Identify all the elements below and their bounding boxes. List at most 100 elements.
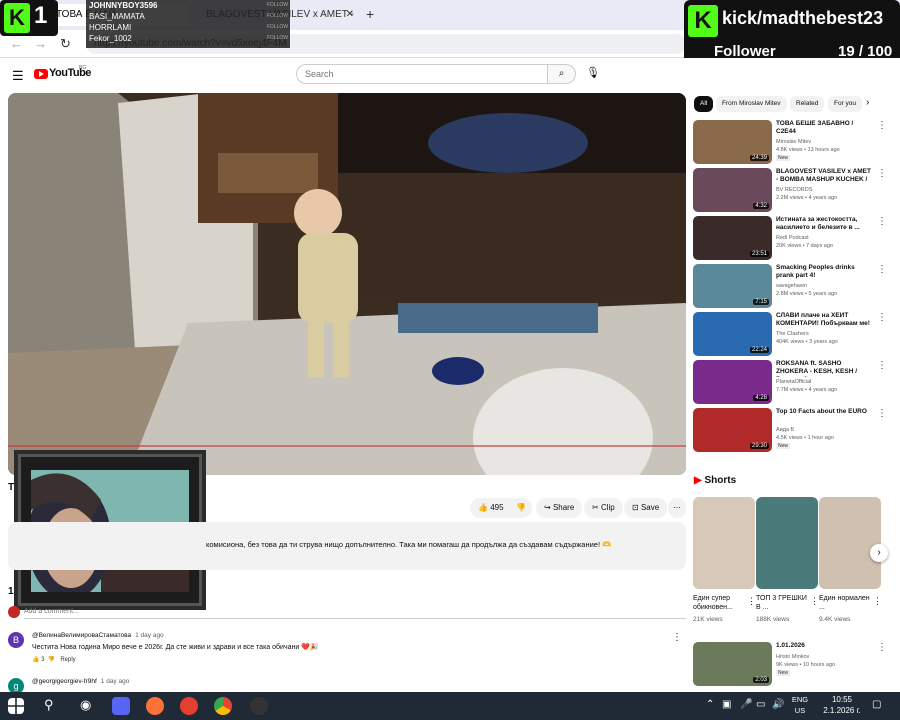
channel-name[interactable]: savagehawn (776, 283, 807, 289)
youtube-logo-icon[interactable] (34, 69, 48, 79)
new-tab-button[interactable]: + (366, 6, 374, 22)
channel-name[interactable]: Аида Б (776, 427, 794, 433)
video-thumbnail[interactable]: 23:51 (693, 216, 772, 260)
menu-icon[interactable]: ☰ (12, 68, 24, 84)
video-thumbnail[interactable]: 24:39 (693, 120, 772, 164)
recommended-video[interactable]: 22:24 СЛАВИ плаче на ХЕЙТ КОМЕНТАРИ! Поб… (693, 312, 887, 358)
recommended-video[interactable]: 7:15 Smacking Peoples drinks prank part … (693, 264, 887, 310)
chevron-up-icon[interactable]: ⌃ (706, 699, 714, 710)
video-player[interactable] (8, 93, 686, 475)
video-title[interactable]: ТОВА БЕШЕ ЗАБАВНО / C2E44 (776, 120, 872, 136)
video-title[interactable]: Истината за жестокостта, насилието и бел… (776, 216, 872, 232)
short-title[interactable]: Един супер обикновен... (693, 594, 749, 612)
video-thumbnail[interactable]: 4:32 (693, 168, 772, 212)
clip-button[interactable]: ✂ Clip (584, 498, 623, 518)
short-title[interactable]: Един нормален ... (819, 594, 875, 612)
recommended-video[interactable]: 2:03 1.01.2026 Hristo Minkov 9K views • … (693, 642, 887, 688)
duration-badge: 24:39 (749, 155, 769, 161)
firefox-icon[interactable] (146, 697, 164, 715)
video-thumbnail[interactable]: 22:24 (693, 312, 772, 356)
volume-icon[interactable]: 🔊 (772, 699, 784, 710)
chat-line: HORRLAMI FOLLOW (89, 23, 288, 32)
save-button[interactable]: ⊡ Save (624, 498, 668, 518)
obs-icon[interactable] (250, 697, 268, 715)
more-options-icon[interactable]: ⋮ (873, 596, 882, 607)
recommended-video[interactable]: 23:51 Истината за жестокостта, насилието… (693, 216, 887, 262)
avatar[interactable]: B (8, 632, 24, 648)
kick-logo-icon: K (688, 5, 718, 37)
short-thumbnail[interactable] (693, 497, 755, 589)
add-comment-input[interactable]: Add a comment... (24, 608, 79, 615)
reply-button[interactable]: Reply (60, 657, 75, 663)
reload-icon[interactable]: ↻ (60, 36, 71, 52)
comment-author[interactable]: @ВелинаВелимироваСтаматова 1 day ago (32, 632, 164, 639)
close-icon[interactable]: ✕ (346, 4, 354, 26)
video-thumbnail[interactable]: 7:15 (693, 264, 772, 308)
more-options-icon[interactable]: ⋮ (877, 642, 887, 653)
new-badge: New (776, 670, 791, 676)
more-options-icon[interactable]: ⋯ (668, 498, 686, 518)
chip-related[interactable]: Related (790, 96, 825, 112)
discord-icon[interactable] (112, 697, 130, 715)
short-thumbnail[interactable] (756, 497, 818, 589)
chip-all[interactable]: All (694, 96, 714, 112)
channel-name[interactable]: Redi Podcast (776, 235, 809, 241)
recommended-video[interactable]: 4:32 BLAGOVEST VASILEV x AMET - BOMBA MA… (693, 168, 887, 214)
search-input[interactable] (296, 64, 548, 84)
clock[interactable]: 10:55 2.1.2026 г. (822, 694, 862, 716)
more-options-icon[interactable]: ⋮ (877, 264, 887, 275)
search-button[interactable]: ⌕ (548, 64, 576, 84)
more-options-icon[interactable]: ⋮ (877, 120, 887, 131)
video-thumbnail[interactable]: 2:03 (693, 642, 772, 686)
forward-icon[interactable]: → (34, 36, 47, 51)
video-thumbnail[interactable]: 29:30 (693, 408, 772, 452)
notification-icon[interactable]: ▢ (872, 699, 881, 710)
back-icon[interactable]: ← (10, 36, 23, 51)
mic-icon[interactable]: 🎙 (586, 66, 600, 79)
video-title[interactable]: Top 10 Facts about the EURO (776, 408, 872, 416)
chrome-icon[interactable] (214, 697, 232, 715)
ea-icon[interactable] (180, 697, 198, 715)
comment-author[interactable]: @georgigeorgiev-fr9hf 1 day ago (32, 678, 129, 685)
video-title[interactable]: Smacking Peoples drinks prank part 4! (776, 264, 872, 280)
video-title[interactable]: 1.01.2026 (776, 642, 872, 650)
microphone-icon[interactable]: 🎤 (740, 699, 752, 710)
video-title[interactable]: ROKSANA ft. SASHO ZHOKERA - KESH, KESH /… (776, 360, 872, 377)
shorts-next-button[interactable]: › (870, 544, 888, 562)
network-icon[interactable]: ▭ (756, 699, 765, 710)
more-options-icon[interactable]: ⋮ (810, 596, 819, 607)
video-title[interactable]: СЛАВИ плаче на ХЕЙТ КОМЕНТАРИ! Побърквам… (776, 312, 872, 328)
more-options-icon[interactable]: ⋮ (877, 168, 887, 179)
short-thumbnail[interactable] (819, 497, 881, 589)
search-icon[interactable]: ⚲ (44, 697, 54, 713)
video-thumbnail[interactable]: 4:28 (693, 360, 772, 404)
channel-name[interactable]: Miroslav Mitev (776, 139, 811, 145)
share-button[interactable]: ↪ Share (536, 498, 583, 518)
more-options-icon[interactable]: ⋮ (877, 216, 887, 227)
channel-name[interactable]: BV RECORDS (776, 187, 812, 193)
short-title[interactable]: ТОП 3 ГРЕШКИ В ... (756, 594, 812, 612)
antivirus-icon[interactable]: ▣ (722, 699, 731, 710)
recommended-video[interactable]: 29:30 Top 10 Facts about the EURO Аида Б… (693, 408, 887, 454)
dislike-button[interactable]: 👎 (510, 498, 532, 518)
thumbs-down-icon[interactable]: 👎 (48, 657, 55, 663)
more-options-icon[interactable]: ⋮ (877, 312, 887, 323)
channel-name[interactable]: The Clashers (776, 331, 809, 337)
chevron-right-icon[interactable]: › (866, 97, 869, 108)
video-title[interactable]: BLAGOVEST VASILEV x AMET - BOMBA MASHUP … (776, 168, 872, 185)
steam-icon[interactable]: ◉ (80, 697, 91, 713)
chip-from-channel[interactable]: From Miroslav Mitev (716, 96, 787, 112)
language-indicator[interactable]: ENG US (788, 694, 812, 716)
like-button[interactable]: 👍 495 (470, 498, 510, 518)
more-options-icon[interactable]: ⋮ (747, 596, 756, 607)
more-options-icon[interactable]: ⋮ (877, 360, 887, 371)
duration-badge: 4:32 (753, 203, 769, 209)
recommended-video[interactable]: 4:28 ROKSANA ft. SASHO ZHOKERA - KESH, K… (693, 360, 887, 406)
chip-for-you[interactable]: For you (828, 96, 863, 112)
comment-menu-icon[interactable]: ⋮ (672, 632, 682, 643)
recommended-video[interactable]: 24:39 ТОВА БЕШЕ ЗАБАВНО / C2E44 Miroslav… (693, 120, 887, 166)
channel-name[interactable]: PlanetaOfficial (776, 379, 811, 385)
thumbs-up-icon[interactable]: 👍 (32, 657, 39, 663)
channel-name[interactable]: Hristo Minkov (776, 654, 809, 660)
more-options-icon[interactable]: ⋮ (877, 408, 887, 419)
